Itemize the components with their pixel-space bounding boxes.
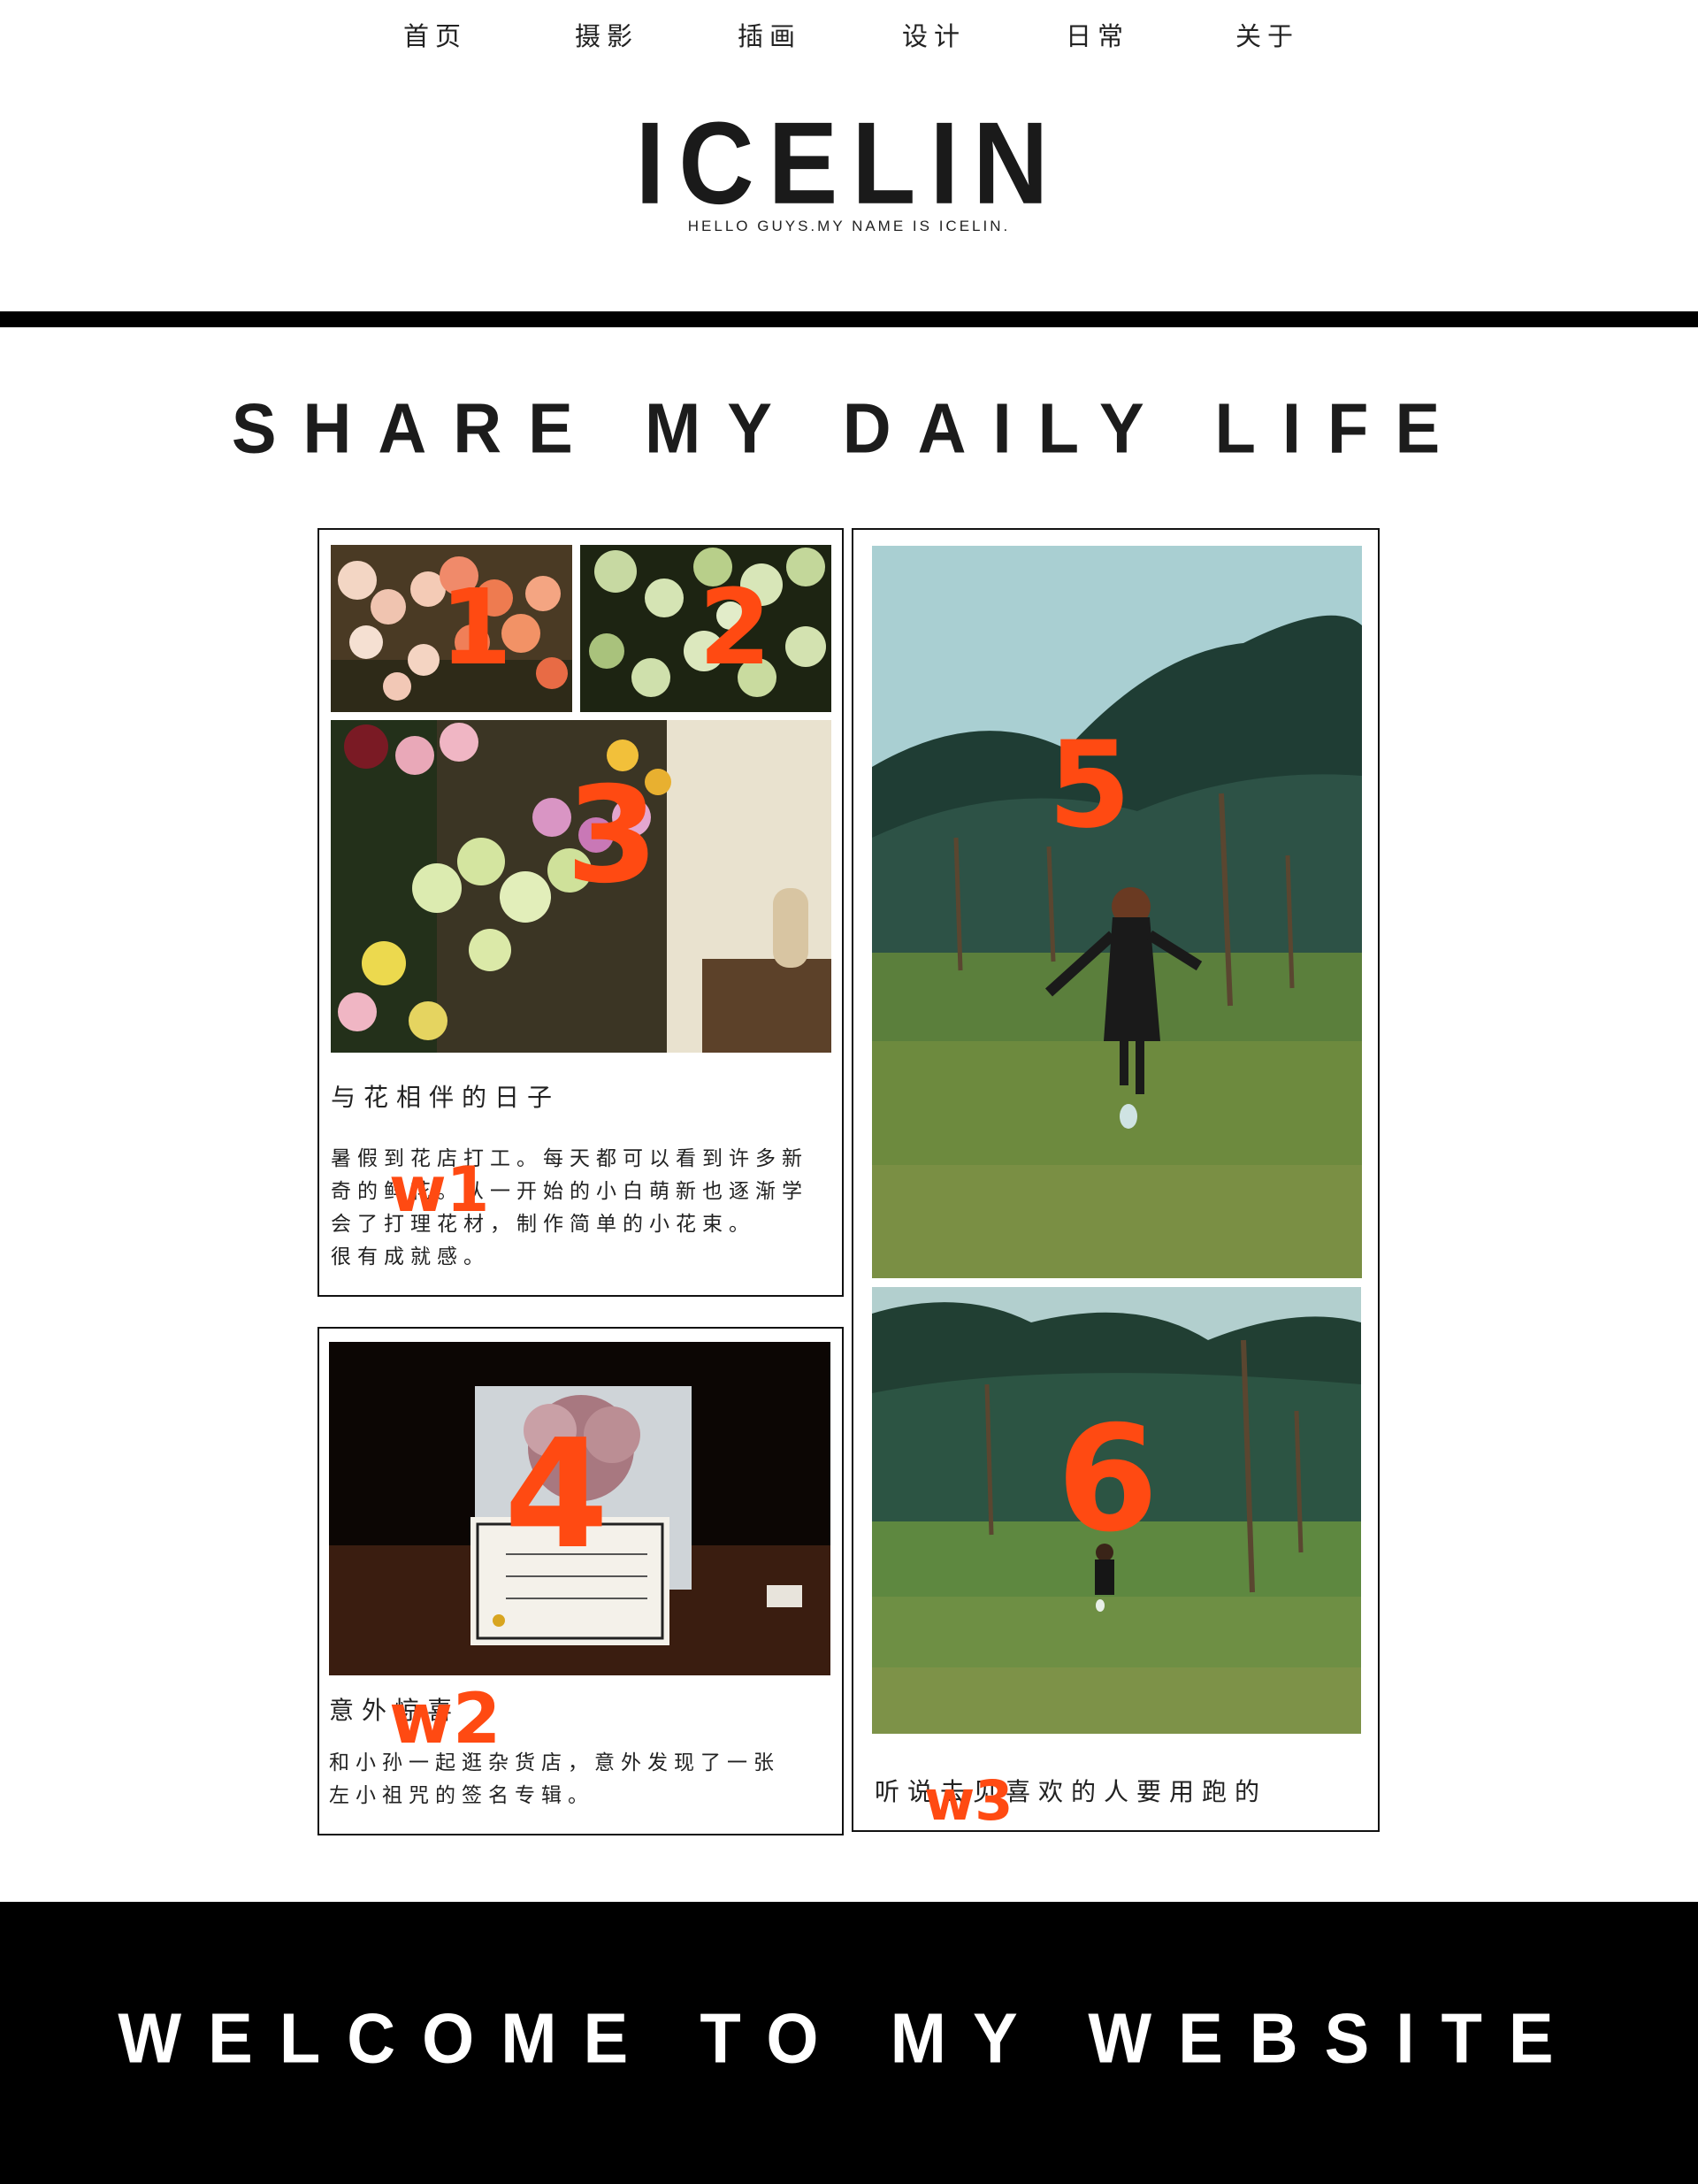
top-nav: 首页 摄影 插画 设计 日常 关于 (0, 16, 1698, 60)
nav-item-about[interactable]: 关于 (1235, 16, 1299, 53)
nav-item-home[interactable]: 首页 (403, 16, 467, 53)
flower-photo-bouquet[interactable] (331, 720, 831, 1053)
flower-photo-lisianthus[interactable] (580, 545, 831, 712)
post-title[interactable]: 与花相伴的日子 (331, 1078, 560, 1114)
album-photo[interactable] (329, 1342, 830, 1675)
post-body-line: 奇的鲜花。从一开始的小白萌新也逐渐学 (331, 1180, 808, 1203)
post-body-line: 和小孙一起逛杂货店，意外发现了一张 (329, 1751, 780, 1774)
flower-photo-roses[interactable] (331, 545, 572, 712)
running-photo-distance[interactable] (872, 1287, 1361, 1734)
post-title[interactable]: 意外惊喜 (329, 1691, 460, 1727)
post-card-running[interactable]: 听说去见喜欢的人要用跑的 (852, 528, 1380, 1832)
post-title[interactable]: 听说去见喜欢的人要用跑的 (875, 1773, 1267, 1808)
site-subtitle: HELLO GUYS.MY NAME IS ICELIN. (687, 218, 1011, 234)
nav-item-photography[interactable]: 摄影 (575, 16, 639, 53)
running-photo-field[interactable] (872, 546, 1362, 1278)
post-body-line: 会了打理花材，制作简单的小花束。 (331, 1213, 755, 1236)
nav-item-daily[interactable]: 日常 (1066, 16, 1129, 53)
post-body-line: 很有成就感。 (331, 1245, 490, 1268)
footer-banner: WELCOME TO MY WEBSITE (0, 1902, 1698, 2184)
section-title: SHARE MY DAILY LIFE (231, 388, 1467, 469)
post-card-surprise[interactable]: 意外惊喜 和小孙一起逛杂货店，意外发现了一张 左小祖咒的签名专辑。 (317, 1327, 844, 1835)
header-divider (0, 311, 1698, 327)
post-card-flowers[interactable]: 与花相伴的日子 暑假到花店打工。每天都可以看到许多新 奇的鲜花。从一开始的小白萌… (317, 528, 844, 1297)
post-body: 和小孙一起逛杂货店，意外发现了一张 左小祖咒的签名专辑。 (329, 1747, 780, 1812)
post-body-line: 左小祖咒的签名专辑。 (329, 1784, 594, 1807)
site-logo-title: ICELIN (635, 98, 1063, 229)
post-body-line: 暑假到花店打工。每天都可以看到许多新 (331, 1147, 808, 1170)
nav-item-illustration[interactable]: 插画 (738, 16, 801, 53)
nav-item-design[interactable]: 设计 (902, 16, 966, 53)
footer-welcome-text: WELCOME TO MY WEBSITE (118, 1998, 1580, 2079)
post-body: 暑假到花店打工。每天都可以看到许多新 奇的鲜花。从一开始的小白萌新也逐渐学 会了… (331, 1143, 808, 1274)
